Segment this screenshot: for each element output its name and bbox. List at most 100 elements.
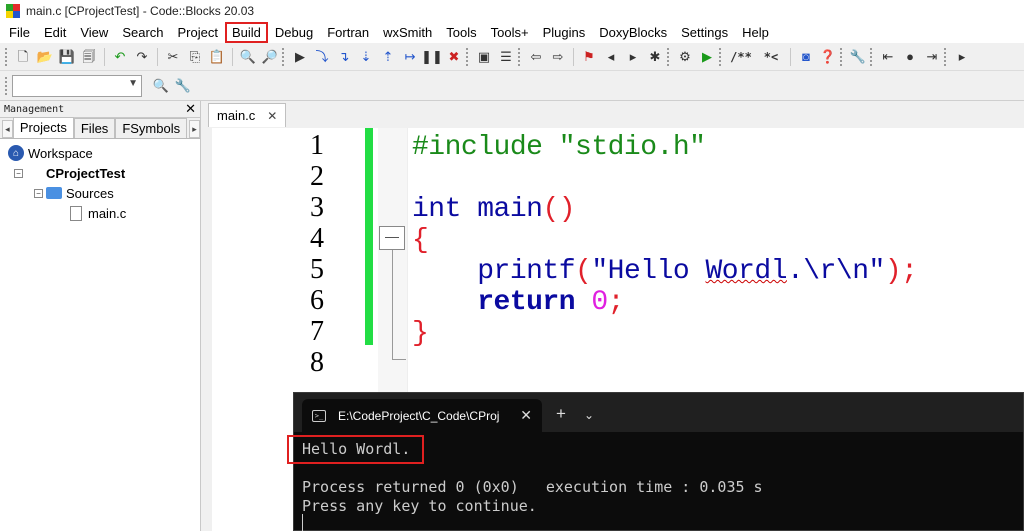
menu-plugins[interactable]: Plugins — [536, 22, 593, 43]
toolbar-grip[interactable] — [944, 47, 948, 66]
menu-doxyblocks[interactable]: DoxyBlocks — [592, 22, 674, 43]
settings-wrench-icon[interactable]: 🔧 — [173, 76, 193, 96]
toolbar-grip[interactable] — [870, 47, 874, 66]
close-icon[interactable]: ✕ — [267, 109, 277, 123]
close-icon[interactable]: ✕ — [520, 407, 532, 424]
paste-icon[interactable]: 📋 — [207, 47, 227, 67]
new-tab-icon[interactable]: + — [556, 404, 566, 424]
build-and-run-icon[interactable]: ▶ — [697, 47, 717, 67]
help-icon[interactable]: ❓ — [818, 47, 838, 67]
redo-icon[interactable]: ↷ — [132, 47, 152, 67]
next-position-icon[interactable]: ⇨ — [548, 47, 568, 67]
menu-help[interactable]: Help — [735, 22, 776, 43]
tree-item-workspace[interactable]: ⌂ Workspace — [0, 143, 200, 163]
pause-icon[interactable]: ❚❚ — [421, 47, 443, 67]
find-icon[interactable]: 🔍 — [238, 47, 258, 67]
toolbar-separator — [790, 47, 791, 66]
insert-line-comment-button[interactable]: *< — [757, 47, 785, 67]
menu-tools[interactable]: Tools — [439, 22, 483, 43]
workspace-icon: ⌂ — [8, 145, 24, 161]
code-line-3: int main() — [412, 194, 576, 225]
menu-settings[interactable]: Settings — [674, 22, 735, 43]
debug-run-to-cursor-icon[interactable]: ⤵ — [312, 47, 332, 67]
copy-icon[interactable]: ⎘ — [185, 47, 205, 67]
stop-icon[interactable]: ✖ — [444, 47, 464, 67]
doxywizard-icon[interactable]: ◙ — [796, 47, 816, 67]
next-bookmark-icon[interactable]: ▸ — [623, 47, 643, 67]
debug-step-into-icon[interactable]: ⇣ — [356, 47, 376, 67]
tab-scroll-right-icon[interactable]: ▸ — [189, 120, 200, 138]
chevron-down-icon[interactable]: ▼ — [128, 78, 138, 89]
search-icon[interactable]: 🔍 — [151, 76, 171, 96]
code-completion-combo[interactable]: ▼ — [12, 74, 142, 97]
tab-fsymbols[interactable]: FSymbols — [115, 118, 188, 138]
toolbar-grip[interactable] — [466, 47, 470, 66]
tab-projects[interactable]: Projects — [12, 117, 74, 138]
menu-file[interactable]: File — [2, 22, 37, 43]
clear-bookmarks-icon[interactable]: ✱ — [645, 47, 665, 67]
terminal-tab[interactable]: >_ E:\CodeProject\C_Code\CProj ✕ — [302, 399, 542, 432]
code-line-4: { — [412, 225, 429, 256]
chevron-down-icon[interactable]: ⌄ — [584, 408, 594, 422]
change-marker-bar — [365, 128, 373, 345]
misspelled-word: Wordl — [705, 256, 787, 287]
toolbar-grip[interactable] — [518, 47, 522, 66]
new-file-icon[interactable]: 🗋 — [13, 47, 33, 67]
save-icon[interactable]: 💾 — [57, 47, 77, 67]
debug-next-instruction-icon[interactable]: ↦ — [400, 47, 420, 67]
code-line-5: printf("Hello Wordl.\r\n"); — [412, 256, 918, 287]
toggle-bookmark-icon[interactable]: ⚑ — [579, 47, 599, 67]
debug-step-out-icon[interactable]: ⇡ — [378, 47, 398, 67]
jump-forward-icon[interactable]: ⇥ — [922, 47, 942, 67]
run-icon[interactable]: ▶ — [290, 47, 310, 67]
tree-item-project[interactable]: − CProjectTest — [0, 163, 200, 183]
tree-item-file[interactable]: main.c — [0, 203, 200, 223]
cut-icon[interactable]: ✂ — [163, 47, 183, 67]
build-icon[interactable]: ⚙ — [675, 47, 695, 67]
tab-files[interactable]: Files — [73, 118, 116, 138]
toolbar-grip[interactable] — [667, 47, 671, 66]
open-file-icon[interactable]: 📂 — [35, 47, 55, 67]
collapse-icon[interactable]: − — [14, 168, 23, 178]
menu-build[interactable]: Build — [224, 22, 268, 43]
toolbar-grip[interactable] — [719, 47, 723, 66]
undo-icon[interactable]: ↶ — [110, 47, 130, 67]
replace-icon[interactable]: 🔎 — [260, 47, 280, 67]
tree-item-label: main.c — [88, 205, 127, 221]
menu-edit[interactable]: Edit — [37, 22, 73, 43]
settings-wrench-icon[interactable]: 🔧 — [848, 47, 868, 67]
jump-marker-icon[interactable]: ● — [900, 47, 920, 67]
menu-view[interactable]: View — [73, 22, 115, 43]
toolbar-grip[interactable] — [5, 76, 9, 95]
save-all-icon[interactable]: 🗐 — [79, 47, 99, 67]
debug-info-icon[interactable]: ☰ — [496, 47, 516, 67]
tab-scroll-left-icon[interactable]: ◂ — [2, 120, 13, 138]
debug-windows-icon[interactable]: ▣ — [474, 47, 494, 67]
tree-item-sources[interactable]: − Sources — [0, 183, 200, 203]
file-icon — [68, 205, 84, 221]
code-line-6: return 0; — [412, 287, 624, 318]
menu-debug[interactable]: Debug — [268, 22, 320, 43]
prev-position-icon[interactable]: ⇦ — [526, 47, 546, 67]
menu-fortran[interactable]: Fortran — [320, 22, 376, 43]
line-number: 6 — [310, 285, 324, 316]
menu-search[interactable]: Search — [115, 22, 170, 43]
toolbar-grip[interactable] — [840, 47, 844, 66]
toolbar-grip[interactable] — [5, 47, 9, 66]
menu-project[interactable]: Project — [171, 22, 225, 43]
close-icon[interactable]: ✕ — [185, 101, 196, 117]
prev-bookmark-icon[interactable]: ◂ — [601, 47, 621, 67]
editor-tab-main-c[interactable]: main.c ✕ — [208, 103, 287, 127]
collapse-icon[interactable]: − — [34, 188, 43, 198]
toolbar-grip[interactable] — [282, 47, 286, 66]
fold-toggle-icon[interactable] — [379, 226, 405, 250]
terminal-titlebar: >_ E:\CodeProject\C_Code\CProj ✕ + ⌄ — [294, 393, 1023, 432]
debug-next-line-icon[interactable]: ↴ — [334, 47, 354, 67]
menu-tools-plus[interactable]: Tools+ — [484, 22, 536, 43]
jump-back-icon[interactable]: ⇤ — [878, 47, 898, 67]
menu-wxsmith[interactable]: wxSmith — [376, 22, 439, 43]
terminal-window[interactable]: >_ E:\CodeProject\C_Code\CProj ✕ + ⌄ Hel… — [287, 392, 1024, 531]
toolbar-overflow-icon[interactable]: ▸ — [952, 47, 972, 67]
insert-doc-comment-button[interactable]: /** — [727, 47, 755, 67]
